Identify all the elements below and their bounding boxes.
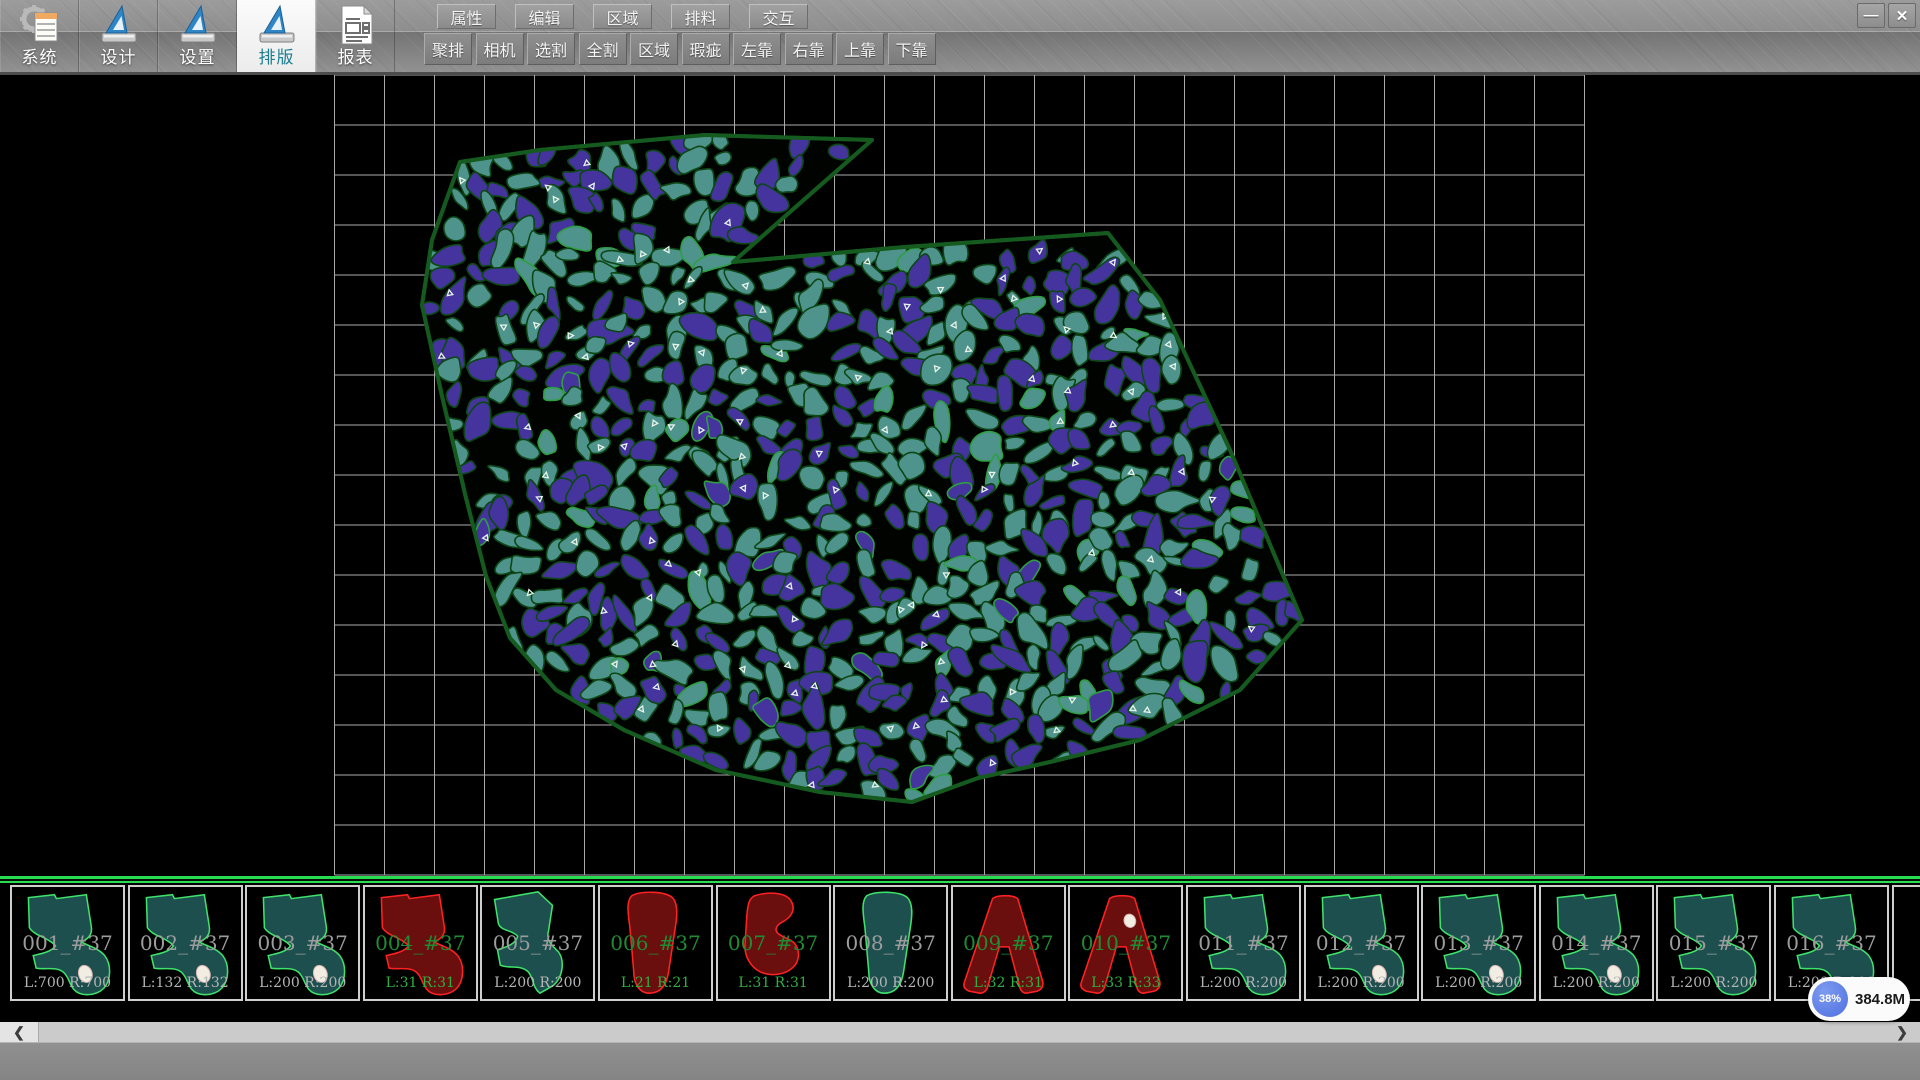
tool-button-4[interactable]: 全割	[579, 33, 627, 65]
status-bar	[0, 1042, 1920, 1080]
strip-separator-line	[0, 876, 1920, 883]
pattern-lr-count: L:700 R:700	[12, 975, 123, 991]
module-button-1[interactable]: 系统	[0, 0, 79, 72]
pattern-name: 001_#37	[12, 931, 123, 955]
tool-button-7[interactable]: 左靠	[733, 33, 781, 65]
close-button[interactable]: ✕	[1888, 3, 1916, 28]
pattern-lr-count: L:200 R:200	[482, 975, 593, 991]
pattern-lr-count: L:200 R:200	[1658, 975, 1769, 991]
module-button-5[interactable]: 报表	[316, 0, 395, 72]
pattern-name: 009_#37	[953, 931, 1064, 955]
pattern-name: 016_#37	[1776, 931, 1887, 955]
menu-tab-1[interactable]: 属性	[437, 4, 496, 29]
pattern-lr-count: L:200 R:200	[835, 975, 946, 991]
pattern-thumbnail-14[interactable]: 014_#37 L:200 R:200	[1539, 885, 1654, 1001]
pattern-thumbnail-5[interactable]: 005_#37 L:200 R:200	[480, 885, 595, 1001]
tool-button-6[interactable]: 瑕疵	[682, 33, 730, 65]
pattern-thumbnail-4[interactable]: 004_#37 L:31 R:31	[363, 885, 478, 1001]
usage-percent-indicator: 38%	[1812, 981, 1848, 1017]
pattern-name: 011_#37	[1188, 931, 1299, 955]
scroll-right-button[interactable]: ❯	[1884, 1022, 1920, 1042]
pattern-thumbnail-10[interactable]: 010_#37 L:33 R:33	[1068, 885, 1183, 1001]
toolbar-edge	[0, 72, 1920, 75]
pattern-name: 015_#37	[1658, 931, 1769, 955]
set-square-icon	[97, 3, 141, 47]
pattern-thumbnail-13[interactable]: 013_#37 L:200 R:200	[1421, 885, 1536, 1001]
pattern-lr-count: L:31 R:31	[365, 975, 476, 991]
pattern-lr-count: L:200 R:200	[1541, 975, 1652, 991]
pattern-thumbnail-12[interactable]: 012_#37 L:200 R:200	[1304, 885, 1419, 1001]
horizontal-scrollbar[interactable]: ❮ ❯	[0, 1022, 1920, 1042]
pattern-name: 007_#37	[718, 931, 829, 955]
menu-tab-2[interactable]: 编辑	[515, 4, 574, 29]
tool-button-5[interactable]: 区域	[630, 33, 678, 65]
memory-usage-badge[interactable]: 38% 384.8M	[1808, 977, 1910, 1021]
module-button-label: 排版	[259, 47, 295, 69]
pattern-thumbnail-11[interactable]: 011_#37 L:200 R:200	[1186, 885, 1301, 1001]
pattern-thumbnail-6[interactable]: 006_#37 L:21 R:21	[598, 885, 713, 1001]
module-button-label: 系统	[22, 47, 58, 69]
pattern-lr-count: L:32 R:31	[953, 975, 1064, 991]
tool-button-8[interactable]: 右靠	[785, 33, 833, 65]
tool-button-9[interactable]: 上靠	[836, 33, 884, 65]
pattern-lr-count: L:200 R:200	[1423, 975, 1534, 991]
gear-spreadsheet-icon	[18, 3, 62, 47]
set-square-icon	[255, 3, 299, 47]
module-button-3[interactable]: 设置	[158, 0, 237, 72]
pattern-lr-count: L:21 R:21	[600, 975, 711, 991]
module-button-4[interactable]: 排版	[237, 0, 316, 72]
pattern-thumbnail-2[interactable]: 002_#37 L:132 R:132	[128, 885, 243, 1001]
module-button-label: 设置	[180, 47, 216, 69]
module-button-label: 报表	[338, 47, 374, 69]
scroll-left-button[interactable]: ❮	[0, 1022, 39, 1042]
pattern-name: 013_#37	[1423, 931, 1534, 955]
tool-button-3[interactable]: 选割	[527, 33, 575, 65]
window-controls: — ✕	[1857, 3, 1916, 28]
pattern-name: 004_#37	[365, 931, 476, 955]
pattern-thumbnail-1[interactable]: 001_#37 L:700 R:700	[10, 885, 125, 1001]
pattern-lr-count: L:132 R:132	[130, 975, 241, 991]
menu-tab-3[interactable]: 区域	[593, 4, 652, 29]
nesting-app-window: 系统设计设置排版报表 属性编辑区域排料交互 聚排相机选割全割区域瑕疵左靠右靠上靠…	[0, 0, 1920, 1080]
pattern-name: 006_#37	[600, 931, 711, 955]
module-button-label: 设计	[101, 47, 137, 69]
pattern-lr-count: L:200 R:200	[1306, 975, 1417, 991]
tool-button-10[interactable]: 下靠	[888, 33, 936, 65]
pattern-thumbnail-8[interactable]: 008_#37 L:200 R:200	[833, 885, 948, 1001]
pattern-lr-count: L:200 R:200	[1188, 975, 1299, 991]
pattern-name: 014_#37	[1541, 931, 1652, 955]
pattern-lr-count: L:31 R:31	[718, 975, 829, 991]
pattern-thumbnail-7[interactable]: 007_#37 L:31 R:31	[716, 885, 831, 1001]
tool-button-2[interactable]: 相机	[476, 33, 524, 65]
set-square-icon	[176, 3, 220, 47]
pattern-lr-count: L:33 R:33	[1070, 975, 1181, 991]
report-doc-icon	[334, 3, 378, 47]
module-buttons: 系统 设计 设置 排版 报表	[0, 0, 395, 72]
pattern-name: 008_#37	[835, 931, 946, 955]
pattern-thumbnail-15[interactable]: 015_#37 L:200 R:200	[1656, 885, 1771, 1001]
pattern-name: 005_#37	[482, 931, 593, 955]
pattern-name: 012_#37	[1306, 931, 1417, 955]
tool-buttons-row: 聚排相机选割全割区域瑕疵左靠右靠上靠下靠	[424, 33, 939, 65]
pattern-thumbnail-3[interactable]: 003_#37 L:200 R:200	[245, 885, 360, 1001]
pattern-name: 010_#37	[1070, 931, 1181, 955]
memory-value: 384.8M	[1855, 991, 1905, 1008]
menu-tab-5[interactable]: 交互	[749, 4, 808, 29]
menu-tab-4[interactable]: 排料	[671, 4, 730, 29]
pattern-thumbnail-9[interactable]: 009_#37 L:32 R:31	[951, 885, 1066, 1001]
menu-tabs: 属性编辑区域排料交互	[437, 4, 827, 29]
ribbon-bar: 系统设计设置排版报表 属性编辑区域排料交互 聚排相机选割全割区域瑕疵左靠右靠上靠…	[0, 0, 1920, 75]
tool-button-1[interactable]: 聚排	[424, 33, 472, 65]
pattern-lr-count: L:200 R:200	[247, 975, 358, 991]
pattern-name: 002_#37	[130, 931, 241, 955]
minimize-button[interactable]: —	[1857, 3, 1885, 28]
module-button-2[interactable]: 设计	[79, 0, 158, 72]
pattern-name: 003_#37	[247, 931, 358, 955]
